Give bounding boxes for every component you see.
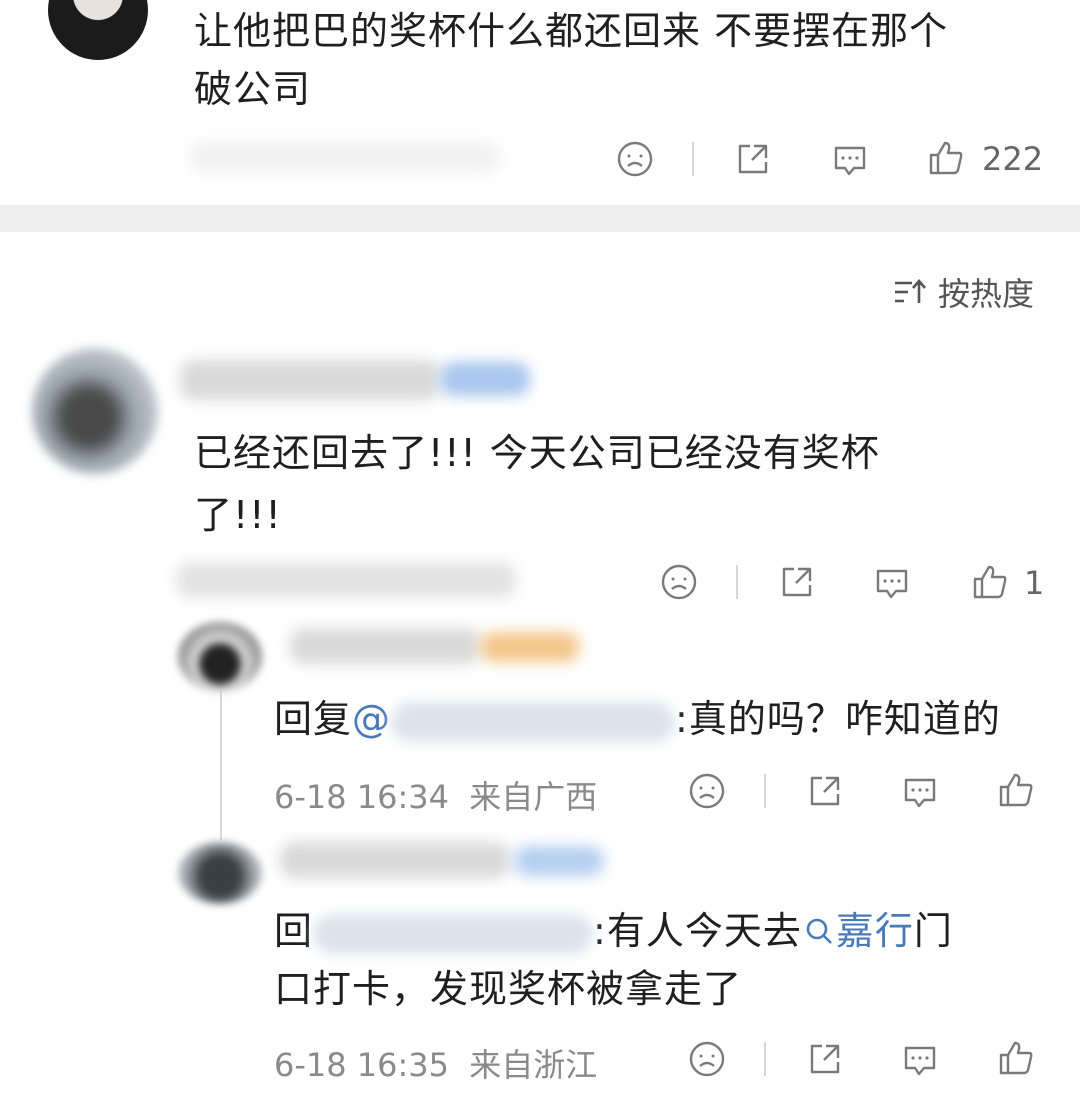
reply-timestamp: 6-18 16:34: [274, 778, 450, 816]
comment-badge-blurred: [440, 362, 530, 396]
comment-icon[interactable]: [872, 563, 912, 603]
comment-text-line1: 已经还回去了!!! 今天公司已经没有奖杯: [194, 431, 880, 475]
sort-icon: [892, 277, 928, 307]
reply-username-blurred[interactable]: [290, 628, 480, 664]
reply-body: :有人今天去: [593, 909, 802, 953]
reply-body-tail: 门: [913, 909, 953, 953]
post-like-count: 222: [982, 140, 1044, 178]
comment-avatar[interactable]: [32, 348, 158, 474]
reply-meta: 6-18 16:34 来自广西: [274, 772, 597, 818]
reply-prefix: 回: [274, 909, 314, 953]
reply-prefix: 回复: [274, 697, 353, 741]
mention-blurred[interactable]: [313, 913, 594, 954]
comment-meta-blurred: [176, 562, 516, 598]
reply-text: 回复@ :真的吗？咋知道的: [274, 690, 1001, 748]
comment-icon[interactable]: [900, 1040, 940, 1080]
share-icon[interactable]: [734, 140, 772, 178]
action-separator: [736, 565, 738, 599]
reply-avatar[interactable]: [178, 622, 262, 692]
post-meta-blurred: [190, 142, 500, 172]
comment-username-blurred[interactable]: [180, 360, 440, 400]
dislike-icon[interactable]: [688, 772, 726, 810]
reply-badge-blurred: [514, 846, 604, 876]
like-icon[interactable]: [996, 1038, 1036, 1078]
post-text-line1: 让他把巴的奖杯什么都还回来 不要摆在那个: [194, 9, 949, 53]
action-separator: [692, 142, 694, 176]
comment-like-count: 1: [1024, 564, 1045, 602]
post-avatar[interactable]: [48, 0, 148, 60]
action-separator: [764, 774, 766, 808]
like-icon[interactable]: [996, 770, 1036, 810]
dislike-icon[interactable]: [660, 563, 698, 601]
mention-at[interactable]: @: [352, 697, 391, 741]
reply-body: :真的吗？咋知道的: [675, 697, 1001, 741]
section-divider: [0, 205, 1080, 232]
comment-icon[interactable]: [900, 772, 940, 812]
topic-link-text: 嘉行: [835, 909, 914, 953]
dislike-icon[interactable]: [688, 1040, 726, 1078]
sort-button[interactable]: 按热度: [892, 272, 1035, 313]
reply-text-line2: 口打卡，发现奖杯被拿走了: [274, 967, 743, 1011]
mention-blurred[interactable]: [391, 701, 676, 742]
reply-timestamp: 6-18 16:35: [274, 1046, 450, 1084]
reply-avatar[interactable]: [178, 842, 262, 904]
comment-text-line2: 了!!!: [194, 493, 282, 537]
dislike-icon[interactable]: [616, 140, 654, 178]
topic-link[interactable]: 嘉行: [802, 909, 914, 953]
reply-meta: 6-18 16:35 来自浙江: [274, 1040, 597, 1086]
share-icon[interactable]: [806, 1040, 844, 1078]
comment-icon[interactable]: [830, 140, 870, 180]
share-icon[interactable]: [778, 563, 816, 601]
search-icon: [804, 916, 834, 948]
share-icon[interactable]: [806, 772, 844, 810]
reply-location: 来自浙江: [469, 1046, 598, 1084]
thread-line: [220, 690, 222, 840]
sort-label: 按热度: [938, 275, 1035, 313]
reply-username-blurred[interactable]: [280, 842, 510, 878]
action-separator: [764, 1042, 766, 1076]
reply-badge-blurred: [480, 632, 580, 662]
like-icon[interactable]: [926, 138, 966, 178]
like-icon[interactable]: [970, 562, 1010, 602]
reply-location: 来自广西: [469, 778, 598, 816]
post-text-line2: 破公司: [194, 67, 312, 111]
reply-text: 回 :有人今天去 嘉行门: [274, 902, 953, 960]
